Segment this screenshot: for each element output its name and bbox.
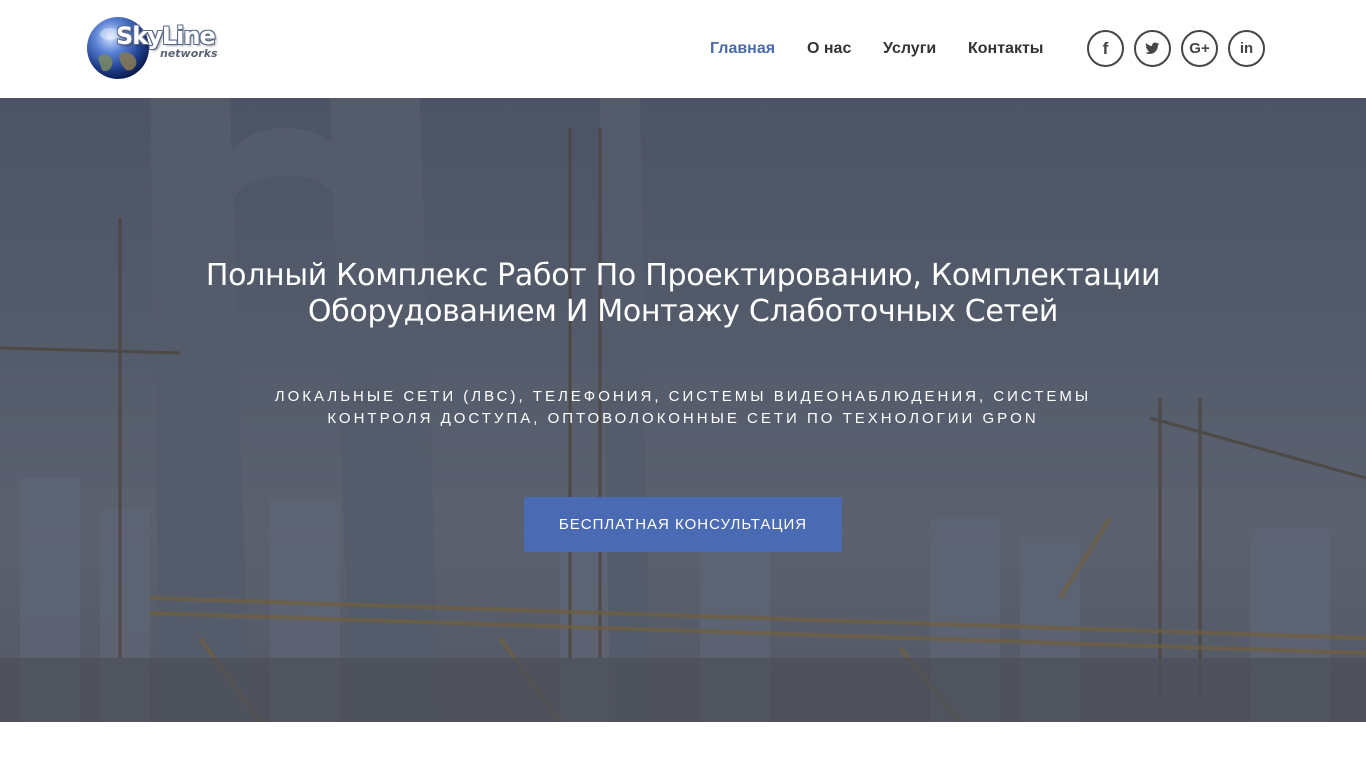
facebook-icon: f <box>1102 38 1109 58</box>
linkedin-icon: in <box>1239 40 1254 57</box>
google-plus-icon: G+ <box>1189 40 1210 57</box>
facebook-button[interactable]: f <box>1087 30 1124 67</box>
nav-item-about[interactable]: О нас <box>807 38 851 60</box>
logo-subtitle: networks <box>160 47 218 60</box>
nav-item-home[interactable]: Главная <box>710 38 775 60</box>
hero-subtitle: ЛОКАЛЬНЫЕ СЕТИ (ЛВС), ТЕЛЕФОНИЯ, СИСТЕМЫ… <box>274 388 1092 427</box>
twitter-button[interactable] <box>1134 30 1171 67</box>
google-plus-button[interactable]: G+ <box>1181 30 1218 67</box>
hero-section: Полный Комплекс Работ По Проектированию,… <box>0 98 1366 722</box>
nav-item-contacts[interactable]: Контакты <box>968 38 1043 60</box>
logo-wordmark: SkyLine <box>116 22 216 50</box>
nav-item-services[interactable]: Услуги <box>883 38 936 60</box>
twitter-icon <box>1145 42 1160 54</box>
linkedin-button[interactable]: in <box>1228 30 1265 67</box>
free-consultation-button[interactable]: БЕСПЛАТНАЯ КОНСУЛЬТАЦИЯ <box>524 497 842 552</box>
skyline-logo[interactable]: SkyLine networks <box>84 14 224 84</box>
hero-title: Полный Комплекс Работ По Проектированию,… <box>205 258 1161 329</box>
site-header: SkyLine networks Главная О нас Услуги Ко… <box>0 0 1366 98</box>
